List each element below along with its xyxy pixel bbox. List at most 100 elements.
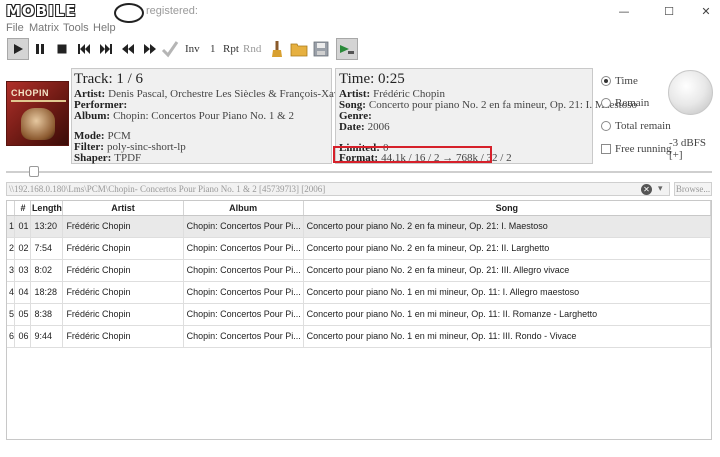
track-length: 9:44 [30,325,64,348]
next-track-button[interactable] [95,38,117,60]
row-index: 3 [7,259,16,282]
playlist-header-row: # Length Artist Album Song [7,201,712,216]
path-dropdown-icon[interactable]: ▾ [658,184,663,194]
track-info-panel: Track: 1 / 6 Artist: Denis Pascal, Orche… [71,68,375,165]
pause-button[interactable] [29,38,51,60]
stop-icon [57,44,67,54]
track-shaper-value: TPDF [114,152,142,164]
track-artist: Frédéric Chopin [62,237,184,260]
path-input[interactable]: \\192.168.0.180\Lms\PCM\Chopin- Concerto… [6,182,670,196]
minimize-button[interactable]: — [610,2,638,22]
toolbar: Inv 1 Rpt Rnd [0,37,720,62]
track-album: Chopin: Concertos Pour Pi... [183,303,304,326]
seek-slider[interactable] [6,171,712,173]
track-song: Concerto pour piano No. 1 en mi mineur, … [303,303,712,326]
time-song-row: Song: Concerto pour piano No. 2 en fa mi… [339,97,637,112]
previous-track-button[interactable] [73,38,95,60]
window-title: registered: [146,5,198,17]
header-album[interactable]: Album [183,201,304,216]
logo: MOBILE [6,2,77,20]
repeat-button[interactable]: Rpt [223,43,239,55]
track-song: Concerto pour piano No. 1 en mi mineur, … [303,281,712,304]
track-artist: Frédéric Chopin [62,281,184,304]
menu-bar: File Matrix Tools Help [0,22,720,36]
table-row[interactable]: 1 01 13:20 Frédéric Chopin Chopin: Concertos… [7,215,712,238]
row-index: 5 [7,303,16,326]
save-icon [313,41,329,57]
play-button[interactable] [7,38,29,60]
checkmark-icon [161,41,179,58]
row-index: 2 [7,237,16,260]
menu-help[interactable]: Help [93,22,116,34]
header-length[interactable]: Length [30,201,64,216]
radio-total-remain[interactable] [601,121,611,131]
track-number: 05 [14,303,32,326]
track-song: Concerto pour piano No. 2 en fa mineur, … [303,259,712,282]
album-cover: CHOPIN [6,81,69,146]
table-row[interactable]: 4 04 18:28 Frédéric Chopin Chopin: Concertos… [7,281,712,304]
menu-file[interactable]: File [6,22,24,34]
track-song: Concerto pour piano No. 1 en mi mineur, … [303,325,712,348]
open-folder-button[interactable] [288,38,310,60]
track-number: 03 [14,259,32,282]
menu-matrix[interactable]: Matrix [29,22,59,34]
radio-total-remain-label: Total remain [615,120,671,132]
track-artist: Frédéric Chopin [62,259,184,282]
track-number: 02 [14,237,32,260]
header-number[interactable]: # [14,201,32,216]
single-button[interactable]: 1 [210,43,216,55]
stop-button[interactable] [51,38,73,60]
track-shaper-row: Shaper: TPDF [74,150,141,165]
pause-icon [36,44,44,54]
track-length: 8:02 [30,259,64,282]
random-button[interactable]: Rnd [243,43,261,55]
brush-button[interactable] [266,38,288,60]
track-artist: Frédéric Chopin [62,215,184,238]
logo-badge-icon [114,3,144,23]
rewind-icon [122,44,134,54]
track-number: 06 [14,325,32,348]
radio-remain[interactable] [601,98,611,108]
playlist-toggle-button[interactable] [336,38,358,60]
track-album: Chopin: Concertos Pour Pi... [183,325,304,348]
menu-tools[interactable]: Tools [63,22,89,34]
save-button[interactable] [310,38,332,60]
table-row[interactable]: 3 03 8:02 Frédéric Chopin Chopin: Concertos … [7,259,712,282]
time-date-label: Date: [339,121,365,133]
table-row[interactable]: 5 05 8:38 Frédéric Chopin Chopin: Concertos … [7,303,712,326]
maximize-button[interactable]: ☐ [655,2,683,22]
track-shaper-label: Shaper: [74,152,112,164]
clear-path-icon[interactable]: ✕ [641,184,652,195]
header-artist[interactable]: Artist [62,201,184,216]
playlist-grid: # Length Artist Album Song 1 01 13:20 Frédé… [7,201,712,348]
header-cell[interactable] [7,201,16,216]
seek-slider-thumb[interactable] [28,166,39,177]
format-highlight-box [333,146,492,163]
skip-back-icon [78,44,90,54]
cover-portrait [21,108,55,140]
header-song[interactable]: Song [303,201,712,216]
skip-forward-icon [100,44,112,54]
invert-button[interactable]: Inv [185,43,200,55]
time-song-value: Concerto pour piano No. 2 en fa mineur, … [368,99,637,111]
table-row[interactable]: 6 06 9:44 Frédéric Chopin Chopin: Concertos … [7,325,712,348]
free-running-label: Free running [615,143,672,155]
row-index: 6 [7,325,16,348]
checkmark-button[interactable] [160,38,180,60]
volume-label: -3 dBFS [+] [669,137,706,161]
track-album: Chopin: Concertos Pour Pi... [183,259,304,282]
browse-button[interactable]: Browse... [674,182,712,196]
fast-forward-button[interactable] [139,38,161,60]
table-row[interactable]: 2 02 7:54 Frédéric Chopin Chopin: Concertos … [7,237,712,260]
playlist-body: 1 01 13:20 Frédéric Chopin Chopin: Concertos… [7,215,712,348]
time-date-row: Date: 2006 [339,119,390,134]
track-album-value: Chopin: Concertos Pour Piano No. 1 & 2 [113,110,294,122]
rewind-button[interactable] [117,38,139,60]
track-number: 01 [14,215,32,238]
radio-time[interactable] [601,76,611,86]
play-icon [14,44,23,54]
free-running-checkbox[interactable] [601,144,611,154]
track-length: 13:20 [30,215,64,238]
close-button[interactable]: ✕ [692,2,720,22]
volume-knob[interactable] [668,70,713,115]
